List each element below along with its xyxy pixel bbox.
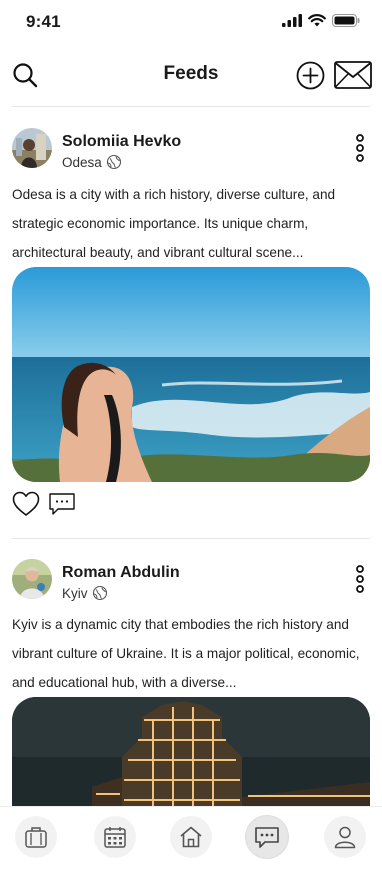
home-icon bbox=[180, 826, 202, 848]
post-text: Kyiv is a dynamic city that embodies the… bbox=[12, 617, 360, 690]
nav-item-chat[interactable] bbox=[246, 816, 288, 858]
wifi-icon bbox=[308, 14, 326, 27]
bottom-nav bbox=[0, 806, 382, 872]
comment-icon[interactable] bbox=[48, 492, 76, 516]
post-actions bbox=[12, 491, 76, 517]
globe-icon bbox=[106, 154, 121, 170]
post-author[interactable]: Roman Abdulin bbox=[62, 564, 180, 582]
signal-icon bbox=[282, 14, 302, 27]
profile-icon bbox=[334, 826, 356, 849]
header: Feeds bbox=[0, 52, 382, 96]
calendar-icon bbox=[104, 827, 126, 848]
like-heart-icon[interactable] bbox=[12, 491, 40, 517]
more-options-icon[interactable] bbox=[354, 134, 366, 162]
add-post-icon[interactable] bbox=[296, 61, 325, 90]
more-options-icon[interactable] bbox=[354, 565, 366, 593]
globe-icon bbox=[92, 585, 107, 601]
status-icons bbox=[282, 14, 360, 27]
post-image[interactable] bbox=[12, 267, 370, 482]
header-divider bbox=[12, 106, 370, 107]
nav-item-home[interactable] bbox=[170, 816, 212, 858]
post-text: Odesa is a city with a rich history, div… bbox=[12, 187, 336, 260]
post-author[interactable]: Solomiia Hevko bbox=[62, 133, 181, 151]
post-divider bbox=[12, 538, 370, 539]
mail-icon[interactable] bbox=[334, 61, 372, 89]
status-time: 9:41 bbox=[26, 12, 61, 31]
avatar[interactable] bbox=[12, 559, 52, 599]
briefcase-icon bbox=[25, 827, 47, 848]
nav-item-calendar[interactable] bbox=[94, 816, 136, 858]
location-label: Kyiv bbox=[62, 585, 88, 601]
nav-item-profile[interactable] bbox=[324, 816, 366, 858]
status-bar: 9:41 bbox=[0, 0, 382, 44]
avatar[interactable] bbox=[12, 128, 52, 168]
post-location: Odesa bbox=[62, 154, 122, 170]
post-location: Kyiv bbox=[62, 585, 108, 601]
location-label: Odesa bbox=[62, 154, 102, 170]
nav-item-trips[interactable] bbox=[15, 816, 57, 858]
chat-icon bbox=[255, 827, 279, 848]
battery-icon bbox=[332, 14, 360, 27]
